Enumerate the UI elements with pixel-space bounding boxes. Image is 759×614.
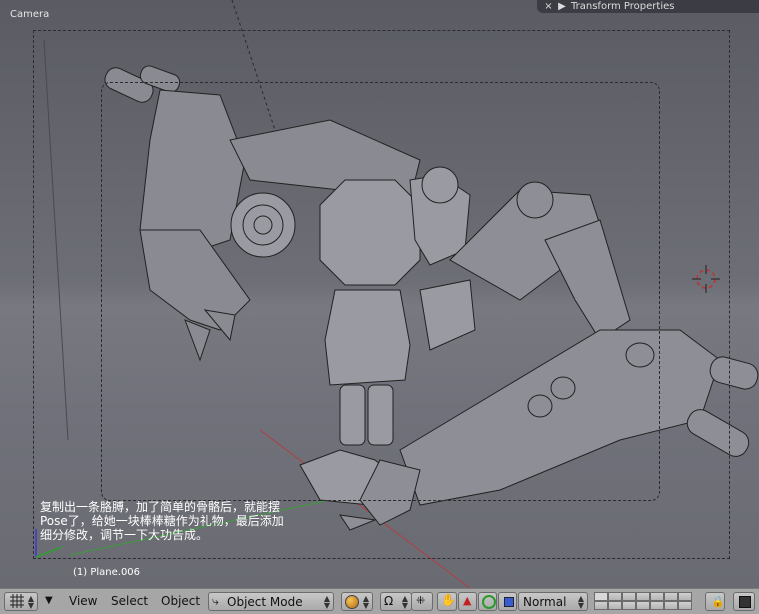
layer-button[interactable]	[678, 601, 692, 610]
updown-icon: ▲ ▼	[323, 594, 330, 610]
layer-button[interactable]	[678, 592, 692, 601]
pivot-icon: Ω	[384, 594, 394, 608]
viewport-header: ▲ ▼ ▼ View Select Object ⤷ Object Mode ▲ ▼…	[0, 588, 759, 614]
lock-icon: 🔒	[711, 595, 725, 608]
scale-toggle[interactable]	[498, 592, 517, 611]
shading-select[interactable]: ▲ ▼	[341, 592, 373, 611]
updown-icon: ▲ ▼	[27, 594, 34, 610]
square-icon	[504, 597, 514, 607]
updown-icon: ▲ ▼	[577, 594, 584, 610]
updown-icon: ▲ ▼	[362, 594, 369, 610]
layer-button[interactable]	[594, 592, 608, 601]
layer-button[interactable]	[622, 592, 636, 601]
layer-button[interactable]	[622, 601, 636, 610]
3d-cursor-icon[interactable]	[692, 265, 720, 293]
snap-button[interactable]: ⁜	[411, 592, 433, 611]
layer-button[interactable]	[636, 592, 650, 601]
draw-type-select[interactable]: Normal ▲ ▼	[518, 592, 588, 611]
object-menu[interactable]: Object	[161, 594, 200, 608]
solid-sphere-icon	[345, 595, 359, 609]
collapse-icon[interactable]: ▶	[557, 0, 567, 13]
close-icon[interactable]: ×	[543, 0, 554, 13]
rotate-toggle[interactable]	[478, 592, 497, 611]
menu-toggle-button[interactable]: ▼	[43, 592, 59, 611]
annotation-text: 复制出一条胳膊，加了简单的骨骼后，就能摆 Pose了，给她一块棒棒糖作为礼物，最…	[40, 500, 284, 542]
triangle-down-icon: ▼	[45, 595, 53, 606]
lock-button[interactable]: 🔒	[705, 592, 725, 611]
transform-properties-title: Transform Properties	[571, 1, 675, 12]
layer-button[interactable]	[664, 592, 678, 601]
layer-buttons[interactable]	[594, 592, 698, 611]
layer-button[interactable]	[608, 601, 622, 610]
hand-icon: ✋	[441, 593, 456, 607]
layer-button[interactable]	[650, 601, 664, 610]
layer-button[interactable]	[594, 601, 608, 610]
triangle-icon: ▲	[463, 594, 472, 607]
snap-icon: ⁜	[416, 594, 426, 607]
updown-icon: ▲ ▼	[401, 594, 408, 610]
render-button[interactable]	[733, 592, 755, 611]
grid-icon	[10, 594, 24, 608]
draw-type-label: Normal	[523, 595, 567, 609]
translate-toggle[interactable]: ▲	[458, 592, 477, 611]
layer-button[interactable]	[608, 592, 622, 601]
select-menu[interactable]: Select	[111, 594, 148, 608]
layer-button[interactable]	[664, 601, 678, 610]
transform-properties-header[interactable]: × ▶ Transform Properties	[537, 0, 759, 13]
safe-area-frame	[101, 82, 660, 501]
ring-icon	[482, 595, 496, 609]
render-icon	[739, 596, 751, 608]
active-object-name: (1) Plane.006	[73, 567, 141, 578]
view-menu[interactable]: View	[69, 594, 97, 608]
object-mode-icon: ⤷	[212, 594, 219, 608]
layer-button[interactable]	[636, 601, 650, 610]
3d-viewport[interactable]: Camera × ▶ Transform Properties 复制出一条胳膊，…	[0, 0, 759, 588]
viewport-camera-label: Camera	[10, 9, 50, 20]
editor-type-button[interactable]: ▲ ▼	[4, 592, 38, 611]
manipulator-toggle[interactable]: ✋	[437, 592, 457, 611]
mode-select-label: Object Mode	[227, 595, 303, 609]
axis-gizmo-icon	[35, 529, 63, 558]
layer-button[interactable]	[650, 592, 664, 601]
pivot-select[interactable]: Ω ▲ ▼	[380, 592, 412, 611]
mode-select[interactable]: ⤷ Object Mode ▲ ▼	[208, 592, 334, 611]
